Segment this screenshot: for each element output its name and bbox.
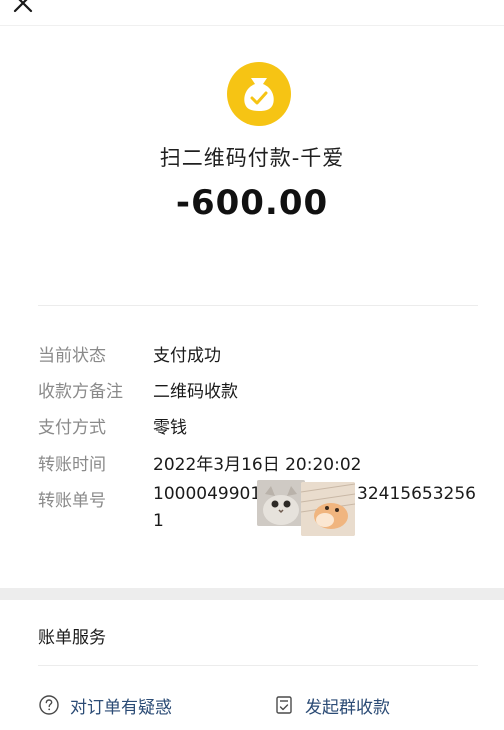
question-circle-icon: [38, 694, 60, 716]
order-doubt-label: 对订单有疑惑: [70, 697, 172, 718]
detail-value: 零钱: [153, 418, 187, 438]
cat-sticker: [257, 480, 305, 526]
detail-label: 收款方备注: [38, 382, 123, 402]
detail-label: 当前状态: [38, 346, 106, 366]
close-icon[interactable]: [10, 0, 36, 16]
transaction-id-part: 32415653256: [357, 484, 476, 504]
order-doubt-link[interactable]: 对订单有疑惑: [38, 693, 172, 718]
transaction-id-part: 1: [153, 511, 164, 531]
group-collection-label: 发起群收款: [305, 697, 390, 718]
detail-value: 二维码收款: [153, 382, 238, 402]
divider: [38, 665, 478, 666]
hamster-sticker: [301, 482, 355, 536]
section-separator: [0, 588, 504, 600]
detail-value: 支付成功: [153, 346, 221, 366]
group-collection-link[interactable]: 发起群收款: [273, 693, 390, 718]
divider: [38, 305, 478, 306]
detail-value: 2022年3月16日 20:20:02: [153, 455, 362, 475]
payment-amount: -600.00: [175, 183, 329, 223]
bill-service-title: 账单服务: [38, 628, 106, 648]
money-bag-check-icon: [227, 62, 291, 126]
detail-label: 转账时间: [38, 455, 106, 475]
document-check-icon: [273, 694, 295, 716]
detail-label: 转账单号: [38, 491, 106, 511]
transaction-id-part: 1000049901: [153, 484, 262, 504]
detail-label: 支付方式: [38, 418, 106, 438]
top-bar: [0, 0, 504, 26]
payment-title: 扫二维码付款-千爱: [159, 146, 345, 170]
transaction-id-value: 1000049901 32415653256 1: [153, 480, 483, 539]
